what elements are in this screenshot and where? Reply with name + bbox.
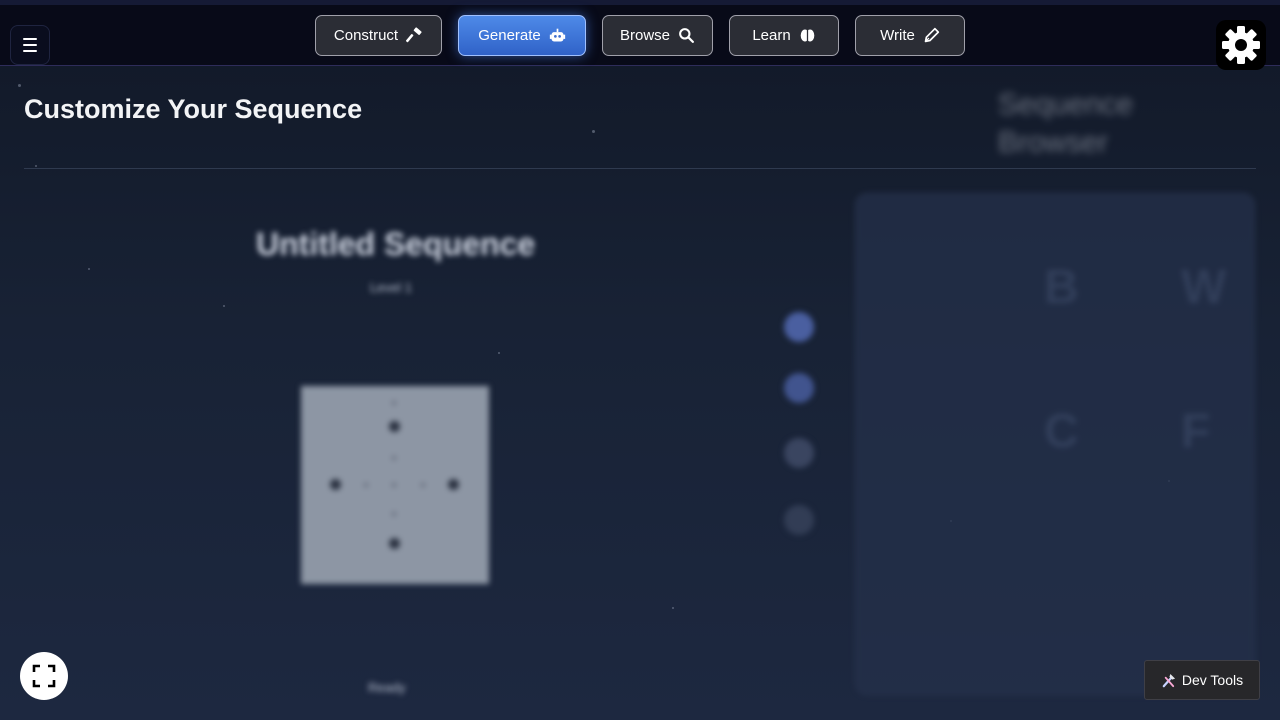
nav-learn-button[interactable]: Learn	[729, 15, 839, 56]
status-label: Ready	[368, 680, 406, 695]
fullscreen-button[interactable]	[20, 652, 68, 700]
menu-icon	[23, 36, 37, 54]
top-navigation-bar: Construct Generate Browse Learn Write	[0, 0, 1280, 70]
settings-button[interactable]	[1216, 20, 1266, 70]
grid-dot	[389, 421, 400, 432]
grid-dot	[448, 479, 459, 490]
grid-dot	[330, 479, 341, 490]
grid-dot	[389, 538, 400, 549]
browser-letter: B	[1044, 261, 1079, 314]
sequence-title: Untitled Sequence	[256, 226, 536, 262]
browser-title: Sequence Browser	[998, 88, 1134, 159]
search-icon	[679, 28, 694, 43]
sequence-editor-panel: Untitled Sequence Level 1 Ready	[24, 190, 824, 710]
tool-button[interactable]	[784, 438, 814, 468]
tools-icon	[1162, 673, 1175, 687]
grid-small-dot	[392, 512, 396, 516]
sequence-browser-panel: B W C F	[855, 193, 1255, 695]
pen-icon	[924, 27, 940, 43]
nav-browse-button[interactable]: Browse	[602, 15, 713, 56]
title-divider	[24, 168, 1256, 169]
browser-letter: C	[1044, 405, 1079, 458]
browser-letter: F	[1181, 405, 1211, 458]
robot-icon	[549, 28, 565, 42]
browser-letter: W	[1181, 261, 1227, 314]
grid-small-dot	[364, 483, 368, 487]
grid-small-dot	[392, 401, 396, 405]
nav-browse-label: Browse	[619, 27, 671, 44]
grid-small-dot	[392, 483, 396, 487]
menu-button[interactable]	[10, 25, 50, 65]
grid-small-dot	[392, 456, 396, 460]
dev-tools-label: Dev Tools	[1181, 672, 1244, 688]
nav-construct-button[interactable]: Construct	[315, 15, 442, 56]
fullscreen-icon	[32, 664, 56, 688]
nav-write-label: Write	[880, 27, 915, 44]
grid-small-dot	[421, 483, 425, 487]
pattern-grid	[301, 386, 489, 584]
page-title: Customize Your Sequence	[24, 94, 363, 124]
tool-button[interactable]	[784, 312, 814, 342]
nav-construct-label: Construct	[333, 27, 399, 44]
tool-button[interactable]	[784, 505, 814, 535]
gear-icon	[1222, 26, 1260, 64]
nav-learn-label: Learn	[752, 27, 791, 44]
nav-generate-button[interactable]: Generate	[458, 15, 586, 56]
nav-write-button[interactable]: Write	[855, 15, 965, 56]
sequence-level: Level 1	[370, 280, 412, 295]
nav-generate-label: Generate	[478, 27, 541, 44]
hammer-icon	[406, 27, 422, 43]
brain-icon	[800, 29, 814, 42]
tool-button[interactable]	[784, 373, 814, 403]
dev-tools-button[interactable]: Dev Tools	[1144, 660, 1260, 700]
